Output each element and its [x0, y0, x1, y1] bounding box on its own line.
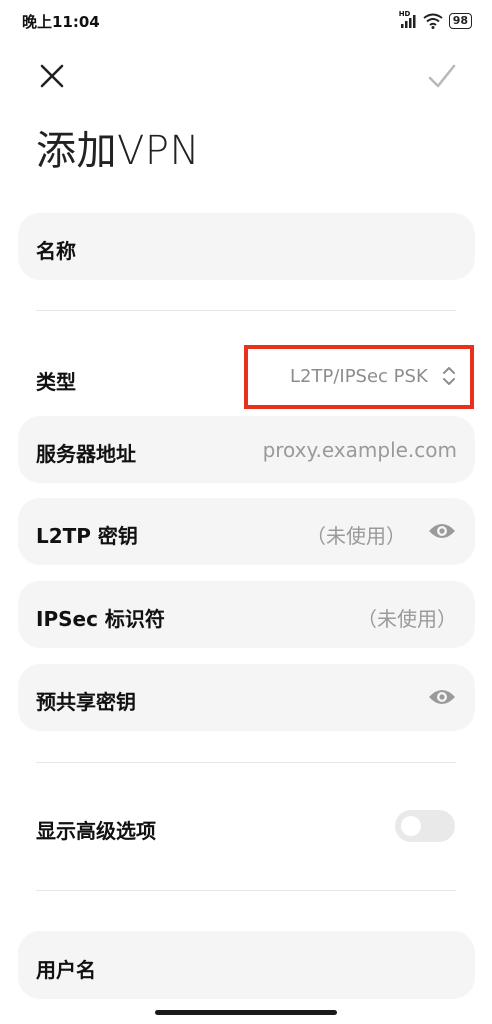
confirm-button[interactable] [420, 58, 464, 98]
ipsec-identifier-input[interactable]: （未使用） [357, 603, 457, 632]
check-icon [428, 64, 456, 88]
wifi-icon [423, 13, 443, 29]
toggle-knob [401, 816, 421, 836]
name-field[interactable]: 名称 [18, 213, 475, 280]
pre-shared-key-label: 预共享密钥 [36, 690, 136, 714]
status-bar: 晚上11:04 HD 98 [0, 0, 492, 42]
username-field[interactable]: 用户名 [18, 931, 475, 999]
username-label: 用户名 [36, 958, 96, 982]
page-title: 添加VPN [36, 128, 200, 174]
status-time: 晚上11:04 [22, 13, 100, 31]
divider [36, 762, 456, 763]
divider [36, 890, 456, 891]
vpn-type-dropdown[interactable]: L2TP/IPSec PSK [290, 366, 428, 387]
server-address-label: 服务器地址 [36, 442, 136, 466]
home-indicator[interactable] [155, 1010, 337, 1015]
pre-shared-key-field[interactable]: 预共享密钥 [18, 664, 475, 731]
chevron-updown-icon [441, 363, 457, 393]
advanced-options-label: 显示高级选项 [36, 819, 156, 843]
name-label: 名称 [36, 239, 76, 263]
server-address-input[interactable]: proxy.example.com [263, 438, 457, 462]
l2tp-secret-field[interactable]: L2TP 密钥 （未使用） [18, 498, 475, 565]
battery-indicator: 98 [448, 13, 472, 29]
l2tp-secret-input[interactable]: （未使用） [306, 520, 406, 549]
status-icons: HD 98 [398, 10, 472, 31]
divider [36, 310, 456, 311]
ipsec-identifier-field[interactable]: IPSec 标识符 （未使用） [18, 581, 475, 648]
type-label: 类型 [36, 370, 76, 394]
advanced-options-toggle[interactable] [395, 810, 455, 842]
eye-icon[interactable] [427, 520, 457, 546]
ipsec-identifier-label: IPSec 标识符 [36, 607, 165, 631]
add-vpn-screen: 晚上11:04 HD 98 添加VPN 名称 类型 L2TP/IPSec PSK… [0, 0, 492, 1024]
eye-icon[interactable] [427, 686, 457, 712]
l2tp-secret-label: L2TP 密钥 [36, 524, 138, 548]
server-address-field[interactable]: 服务器地址 proxy.example.com [18, 416, 475, 483]
close-button[interactable] [30, 58, 74, 98]
close-icon [40, 64, 64, 88]
network-type-label: HD [398, 10, 411, 18]
signal-icon: HD [398, 10, 417, 29]
